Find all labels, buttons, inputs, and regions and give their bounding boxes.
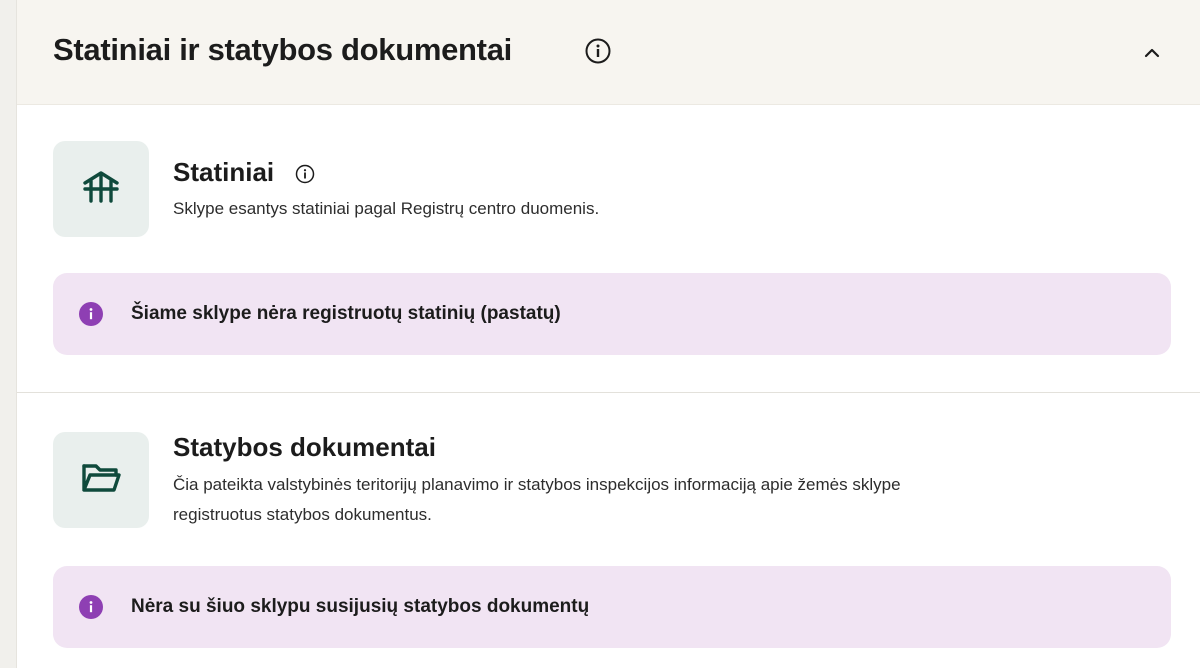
- buildings-description: Sklype esantys statiniai pagal Registrų …: [173, 199, 600, 218]
- buildings-notice: Šiame sklype nėra registruotų statinių (…: [53, 273, 1171, 355]
- documents-description-line2: registruotus statybos dokumentus.: [173, 505, 432, 524]
- documents-title: Statybos dokumentai: [173, 432, 436, 462]
- documents-icon-box: [53, 432, 149, 528]
- buildings-icon-box: [53, 141, 149, 237]
- documents-notice: Nėra su šiuo sklypu susijusių statybos d…: [53, 566, 1171, 648]
- buildings-notice-text: Šiame sklype nėra registruotų statinių (…: [131, 303, 561, 324]
- panel-header[interactable]: Statiniai ir statybos dokumentai: [17, 0, 1200, 105]
- info-icon[interactable]: [585, 38, 611, 64]
- section-divider: [17, 392, 1200, 393]
- chevron-up-icon[interactable]: [1139, 40, 1165, 66]
- documents-description-line1: Čia pateikta valstybinės teritorijų plan…: [173, 475, 901, 494]
- buildings-and-documents-panel: Statiniai ir statybos dokumentai Statini…: [16, 0, 1200, 668]
- documents-notice-text: Nėra su šiuo sklypu susijusių statybos d…: [131, 596, 590, 617]
- info-icon[interactable]: [295, 164, 315, 184]
- info-dot-icon: [79, 595, 103, 619]
- info-dot-icon: [79, 302, 103, 326]
- panel-title: Statiniai ir statybos dokumentai: [53, 32, 512, 67]
- buildings-title: Statiniai: [173, 157, 275, 187]
- building-icon: [81, 167, 121, 212]
- folder-icon: [79, 458, 123, 503]
